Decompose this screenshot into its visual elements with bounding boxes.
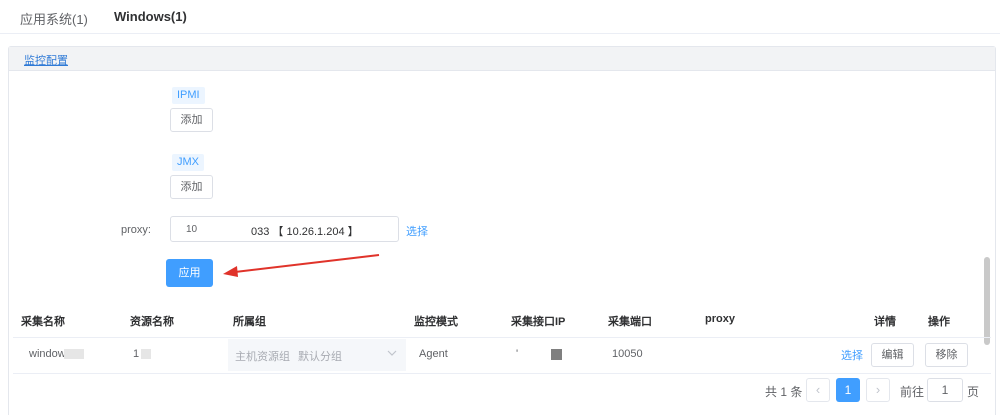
redacted-block xyxy=(141,349,151,359)
remove-button[interactable]: 移除 xyxy=(925,343,968,367)
page-root: 应用系统(1) Windows(1) 监控配置 IPMI 添加 JMX 添加 p… xyxy=(0,0,1000,415)
header-collect-port: 采集端口 xyxy=(608,316,652,328)
chevron-down-icon xyxy=(387,350,397,356)
proxy-select-link[interactable]: 选择 xyxy=(406,223,428,239)
cell-collect-ip: ' xyxy=(516,348,519,360)
edit-button[interactable]: 编辑 xyxy=(871,343,914,367)
jmx-tag: JMX xyxy=(172,154,204,171)
goto-label: 前往 xyxy=(900,385,925,399)
add-jmx-button[interactable]: 添加 xyxy=(170,175,213,199)
header-monitor-mode: 监控模式 xyxy=(414,316,458,328)
chevron-right-icon: › xyxy=(875,382,881,397)
ipmi-tag: IPMI xyxy=(172,87,205,104)
tab-application-system[interactable]: 应用系统(1) xyxy=(20,9,88,28)
chevron-left-icon: ‹ xyxy=(815,382,821,397)
header-collect-name: 采集名称 xyxy=(21,316,65,328)
redacted-square xyxy=(551,349,562,360)
cell-monitor-mode: Agent xyxy=(419,348,448,360)
top-tabs: 应用系统(1) Windows(1) xyxy=(0,0,1000,34)
group-select[interactable]: 主机资源组 默认分组 xyxy=(228,339,406,371)
apply-button[interactable]: 应用 xyxy=(166,259,213,287)
monitor-config-panel: 监控配置 IPMI 添加 JMX 添加 proxy: 10 033 【 10.2… xyxy=(8,46,996,415)
pagination-total: 共 1 条 xyxy=(765,385,803,399)
header-proxy: proxy xyxy=(705,313,735,325)
header-group: 所属组 xyxy=(233,316,266,328)
scrollbar-thumb[interactable] xyxy=(984,257,990,345)
cell-collect-name: window xyxy=(29,348,66,360)
scrollbar[interactable] xyxy=(982,72,992,348)
panel-title[interactable]: 监控配置 xyxy=(24,52,68,68)
page-number-current[interactable]: 1 xyxy=(836,378,860,402)
redacted-block xyxy=(64,349,84,359)
cell-collect-port: 10050 xyxy=(612,348,643,360)
red-arrow-annotation xyxy=(223,254,380,277)
goto-page-input[interactable]: 1 xyxy=(927,378,963,402)
group-select-value-b: 默认分组 xyxy=(298,351,342,363)
proxy-label: proxy: xyxy=(121,224,151,236)
group-select-value-a: 主机资源组 xyxy=(235,351,290,363)
next-page-button[interactable]: › xyxy=(866,378,890,402)
header-action: 操作 xyxy=(928,316,950,328)
header-resource-name: 资源名称 xyxy=(130,316,174,328)
header-detail: 详情 xyxy=(874,316,896,328)
header-collect-ip: 采集接口IP xyxy=(511,316,566,328)
tab-windows[interactable]: Windows(1) xyxy=(114,9,187,24)
detail-select-link[interactable]: 选择 xyxy=(841,347,863,363)
proxy-value-prefix: 10 xyxy=(186,224,198,235)
page-unit-label: 页 xyxy=(967,385,980,399)
panel-header: 监控配置 xyxy=(9,47,995,71)
proxy-value-suffix: 033 【 10.26.1.204 】 xyxy=(251,226,359,238)
cell-resource-name: 1 xyxy=(133,348,140,360)
add-ipmi-button[interactable]: 添加 xyxy=(170,108,213,132)
table-header-divider xyxy=(13,337,991,338)
table-row-divider xyxy=(13,373,991,374)
proxy-input[interactable]: 10 033 【 10.26.1.204 】 xyxy=(170,216,399,242)
prev-page-button[interactable]: ‹ xyxy=(806,378,830,402)
